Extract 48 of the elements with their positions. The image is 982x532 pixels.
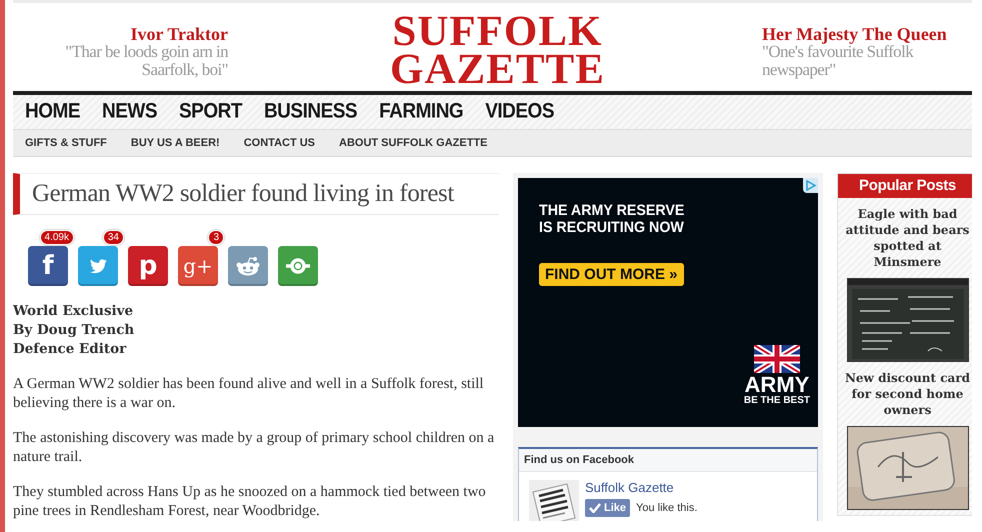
alien-face-icon: [236, 256, 260, 276]
article-title: German WW2 soldier found living in forest: [32, 180, 456, 208]
find-out-more-button[interactable]: FIND OUT MORE »: [539, 263, 684, 286]
advert-headline: THE ARMY RESERVE: [539, 202, 686, 219]
quote-text: "Thar be loods goin arn in Saarfolk, boi": [64, 43, 228, 79]
quote-author: Her Majesty The Queen: [762, 25, 948, 43]
quote-author: Ivor Traktor: [130, 25, 228, 43]
widget-title: Find us on Facebook: [519, 449, 817, 472]
nav-link[interactable]: SPORT: [179, 100, 242, 124]
pinterest-share-button[interactable]: p: [128, 246, 168, 286]
nav-link[interactable]: GIFTS & STUFF: [25, 137, 107, 149]
byline-text: By Doug Trench: [13, 321, 136, 340]
byline-text: Defence Editor: [13, 340, 128, 359]
flag-icon: [754, 345, 800, 373]
advert-banner[interactable]: THE ARMY RESERVE IS RECRUITING NOW FIND OUT MORE » ARMY BE THE BEST: [518, 178, 818, 427]
advert-headline: IS RECRUITING NOW: [539, 219, 685, 236]
article-paragraph: A German WW2 soldier has been found alive and well in a Suffolk forest, still believing there is a war on.: [13, 375, 485, 413]
share-count-badge: 4.09k: [40, 230, 74, 245]
post-link[interactable]: New discount card for second home owners: [838, 362, 972, 426]
nav-link[interactable]: CONTACT US: [244, 137, 316, 149]
article-paragraph: The astonishing discovery was made by a group of primary school children on a nature trail.: [13, 429, 496, 467]
byline-text: World Exclusive: [13, 302, 134, 321]
brand-tagline: BE THE BEST: [744, 395, 810, 407]
like-button[interactable]: Like: [585, 499, 630, 517]
sharethis-share-button[interactable]: [278, 246, 318, 286]
panel-heading: Popular Posts: [838, 174, 972, 198]
brand-name: ARMY: [744, 375, 810, 395]
site-logo[interactable]: SUFFOLK GAZETTE: [390, 5, 605, 89]
article-paragraph: They stumbled across Hans Up as he snoozed on a hammock tied between two pine trees in Rendlesham Forest, near Woodbridge.: [13, 483, 487, 521]
reddit-share-button[interactable]: [228, 246, 268, 286]
like-status: You like this.: [636, 502, 698, 514]
quote-text: "One's favourite Suffolk newspaper": [762, 43, 914, 79]
facebook-share-button[interactable]: f: [28, 246, 68, 286]
nav-link[interactable]: BUSINESS: [264, 100, 358, 124]
nav-link[interactable]: ABOUT SUFFOLK GAZETTE: [339, 137, 488, 149]
check-icon: [589, 503, 601, 513]
nav-link[interactable]: HOME: [25, 100, 80, 124]
share-count-badge: 3: [208, 230, 224, 245]
nav-link[interactable]: FARMING: [379, 100, 464, 124]
nav-link[interactable]: VIDEOS: [485, 100, 554, 124]
google-plus-share-button[interactable]: g+: [178, 246, 218, 286]
twitter-share-button[interactable]: [78, 246, 118, 286]
nav-link[interactable]: NEWS: [102, 100, 157, 124]
post-link[interactable]: Eagle with bad attitude and bears spotted at Minsmere: [838, 198, 972, 278]
page-link[interactable]: Suffolk Gazette: [585, 480, 698, 495]
share-count-badge: 34: [102, 230, 124, 245]
nav-link[interactable]: BUY US A BEER!: [130, 137, 220, 149]
adchoices-icon: [803, 178, 818, 193]
